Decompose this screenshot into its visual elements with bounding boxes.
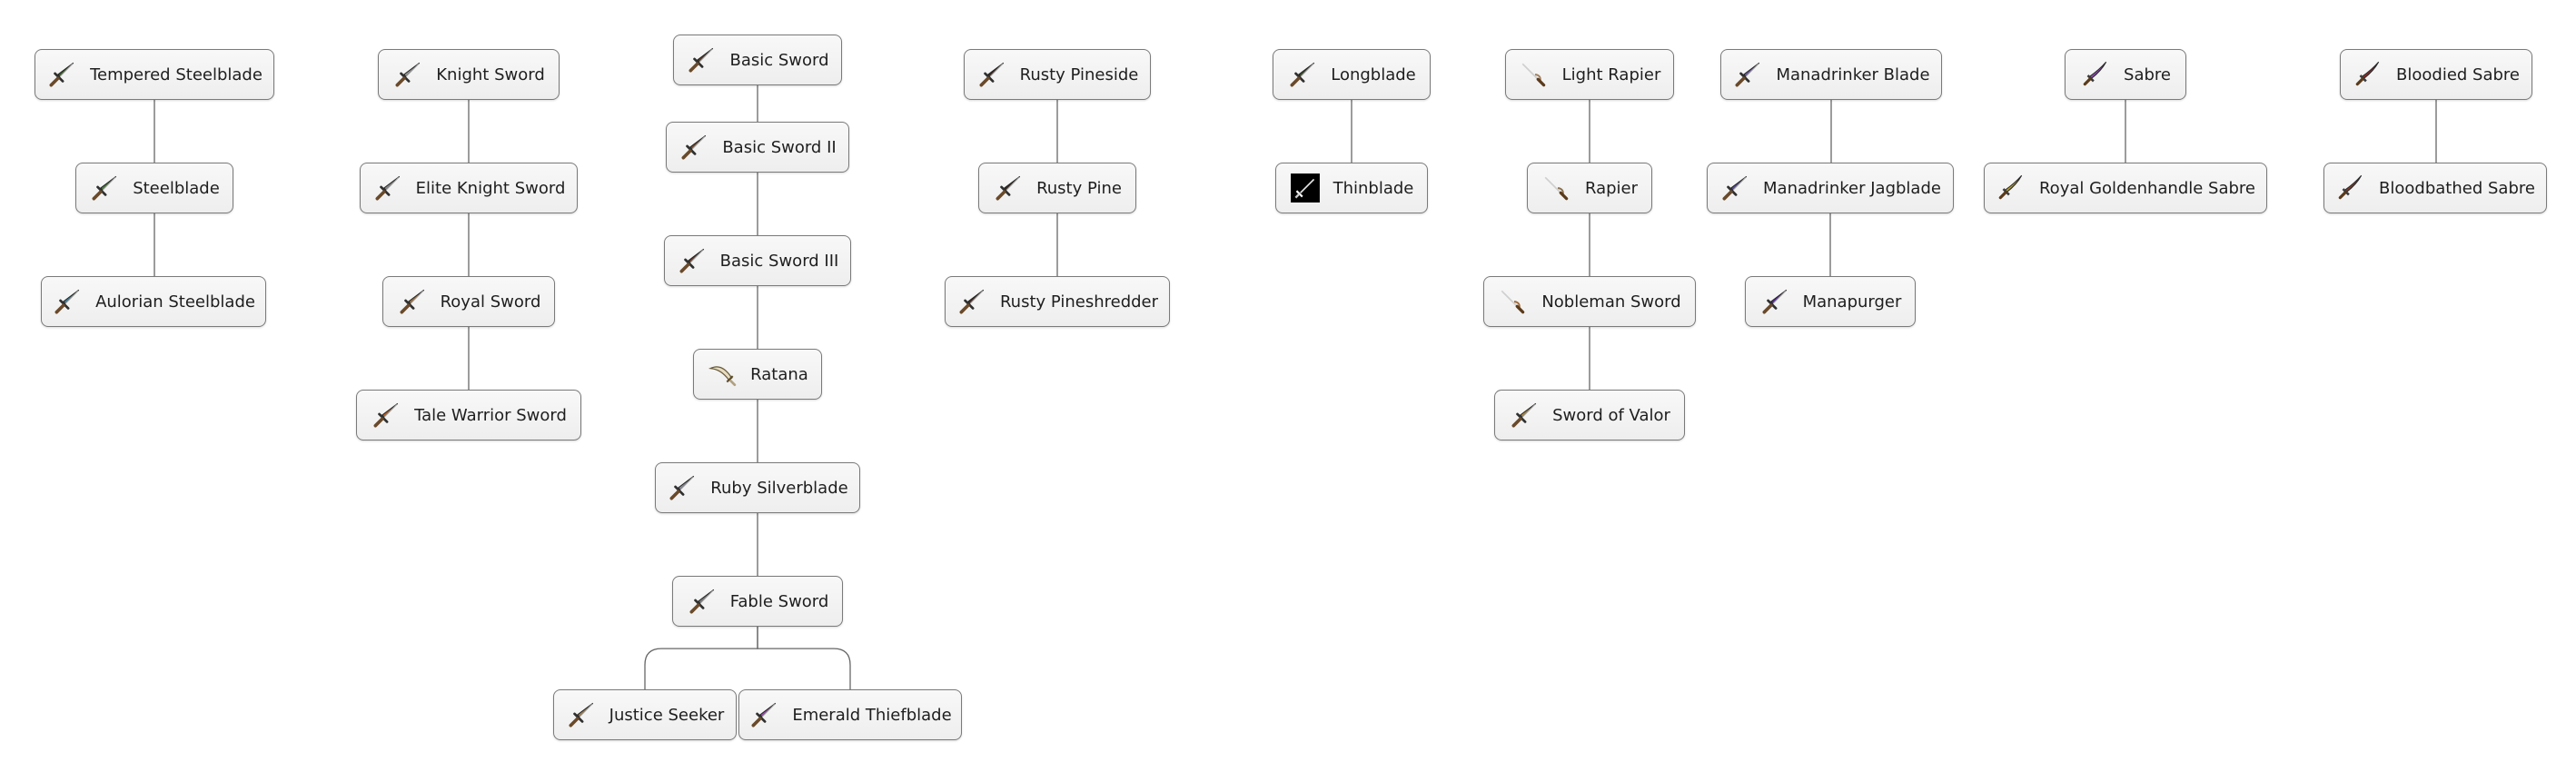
sabre-icon [2083,61,2107,86]
sword-icon [395,62,421,87]
thin-sword-icon [1290,173,1320,203]
sword-icon [679,248,704,273]
node-label: Royal Goldenhandle Sabre [2038,178,2256,198]
sword-icon [375,175,400,201]
node-label: Rusty Pineside [1019,64,1139,84]
node-fable-sword[interactable]: Fable Sword [672,576,843,627]
node-ratana[interactable]: Ratana [693,349,822,400]
node-justice-seeker[interactable]: Justice Seeker [553,689,737,740]
sword-icon [1762,289,1787,314]
node-label: Justice Seeker [609,705,725,725]
node-label: Nobleman Sword [1541,292,1681,312]
node-label: Manadrinker Jagblade [1763,178,1941,198]
node-label: Basic Sword III [719,251,839,271]
connector-fable-sword-to-justice-seeker [644,627,758,689]
sword-icon [751,702,777,727]
rapier-icon [1544,176,1569,201]
node-royal-goldenhandle-sabre[interactable]: Royal Goldenhandle Sabre [1984,163,2267,213]
node-thinblade[interactable]: Thinblade [1275,163,1428,213]
sabre-icon [2355,61,2380,86]
sword-icon [669,475,695,500]
node-bloodbathed-sabre[interactable]: Bloodbathed Sabre [2323,163,2547,213]
node-label: Tale Warrior Sword [414,405,567,425]
node-label: Royal Sword [440,292,541,312]
node-basic-sword-iii[interactable]: Basic Sword III [664,235,851,286]
node-label: Bloodied Sabre [2396,64,2520,84]
node-rusty-pineside[interactable]: Rusty Pineside [964,49,1151,100]
node-manadrinker-blade[interactable]: Manadrinker Blade [1720,49,1942,100]
node-longblade[interactable]: Longblade [1273,49,1431,100]
node-light-rapier[interactable]: Light Rapier [1505,49,1674,100]
node-manapurger[interactable]: Manapurger [1745,276,1916,327]
node-label: Bloodbathed Sabre [2379,178,2535,198]
node-label: Ruby Silverblade [710,478,848,498]
node-label: Manadrinker Blade [1776,64,1930,84]
connector-fable-sword-to-emerald-thiefblade [757,627,851,689]
node-label: Basic Sword II [722,137,837,157]
connector-lines [154,85,2437,689]
node-ruby-silverblade[interactable]: Ruby Silverblade [655,462,860,513]
node-sword-of-valor[interactable]: Sword of Valor [1494,390,1685,440]
node-label: Longblade [1331,64,1416,84]
node-label: Fable Sword [729,591,829,611]
node-rusty-pine[interactable]: Rusty Pine [978,163,1136,213]
node-label: Rusty Pine [1036,178,1122,198]
rapier-icon [1501,290,1525,314]
scimitar-icon [708,366,737,387]
node-label: Aulorian Steelblade [95,292,255,312]
sword-icon [996,175,1021,201]
node-label: Ratana [750,364,808,384]
node-elite-knight-sword[interactable]: Elite Knight Sword [360,163,578,213]
sword-icon [54,289,80,314]
node-rapier[interactable]: Rapier [1527,163,1652,213]
node-label: Basic Sword [729,50,829,70]
sabre-icon [1998,174,2023,200]
node-label: Tempered Steelblade [90,64,263,84]
node-label: Thinblade [1333,178,1414,198]
node-label: Rapier [1584,178,1639,198]
node-basic-sword[interactable]: Basic Sword [673,35,842,85]
sword-icon [373,402,399,428]
node-steelblade[interactable]: Steelblade [75,163,233,213]
node-label: Light Rapier [1561,64,1661,84]
node-aulorian-steelblade[interactable]: Aulorian Steelblade [41,276,266,327]
sword-icon [1511,402,1537,428]
node-nobleman-sword[interactable]: Nobleman Sword [1483,276,1696,327]
node-label: Elite Knight Sword [415,178,566,198]
sword-icon [1722,175,1748,201]
sabre-icon [2338,174,2363,200]
node-label: Sabre [2124,64,2171,84]
sword-icon [569,702,593,727]
node-tempered-steelblade[interactable]: Tempered Steelblade [35,49,274,100]
rapier-icon [1521,63,1545,87]
node-label: Manapurger [1802,292,1902,312]
node-bloodied-sabre[interactable]: Bloodied Sabre [2340,49,2532,100]
node-royal-sword[interactable]: Royal Sword [382,276,555,327]
sword-icon [689,47,714,73]
node-label: Emerald Thiefblade [792,705,952,725]
sword-icon [92,175,117,201]
node-emerald-thiefblade[interactable]: Emerald Thiefblade [738,689,962,740]
sword-icon [400,289,424,314]
sword-icon [689,589,714,614]
sword-icon [979,62,1004,87]
sword-icon [1290,62,1315,87]
sword-icon [681,134,707,160]
node-sabre[interactable]: Sabre [2065,49,2186,100]
sword-icon [1735,62,1760,87]
node-tale-warrior-sword[interactable]: Tale Warrior Sword [356,390,581,440]
node-rusty-pineshredder[interactable]: Rusty Pineshredder [945,276,1170,327]
node-basic-sword-ii[interactable]: Basic Sword II [666,122,849,173]
node-label: Knight Sword [436,64,545,84]
sword-icon [959,289,985,314]
node-manadrinker-jagblade[interactable]: Manadrinker Jagblade [1707,163,1954,213]
sword-icon [49,62,74,87]
node-label: Rusty Pineshredder [999,292,1159,312]
node-knight-sword[interactable]: Knight Sword [378,49,560,100]
node-label: Steelblade [133,178,220,198]
node-label: Sword of Valor [1552,405,1670,425]
